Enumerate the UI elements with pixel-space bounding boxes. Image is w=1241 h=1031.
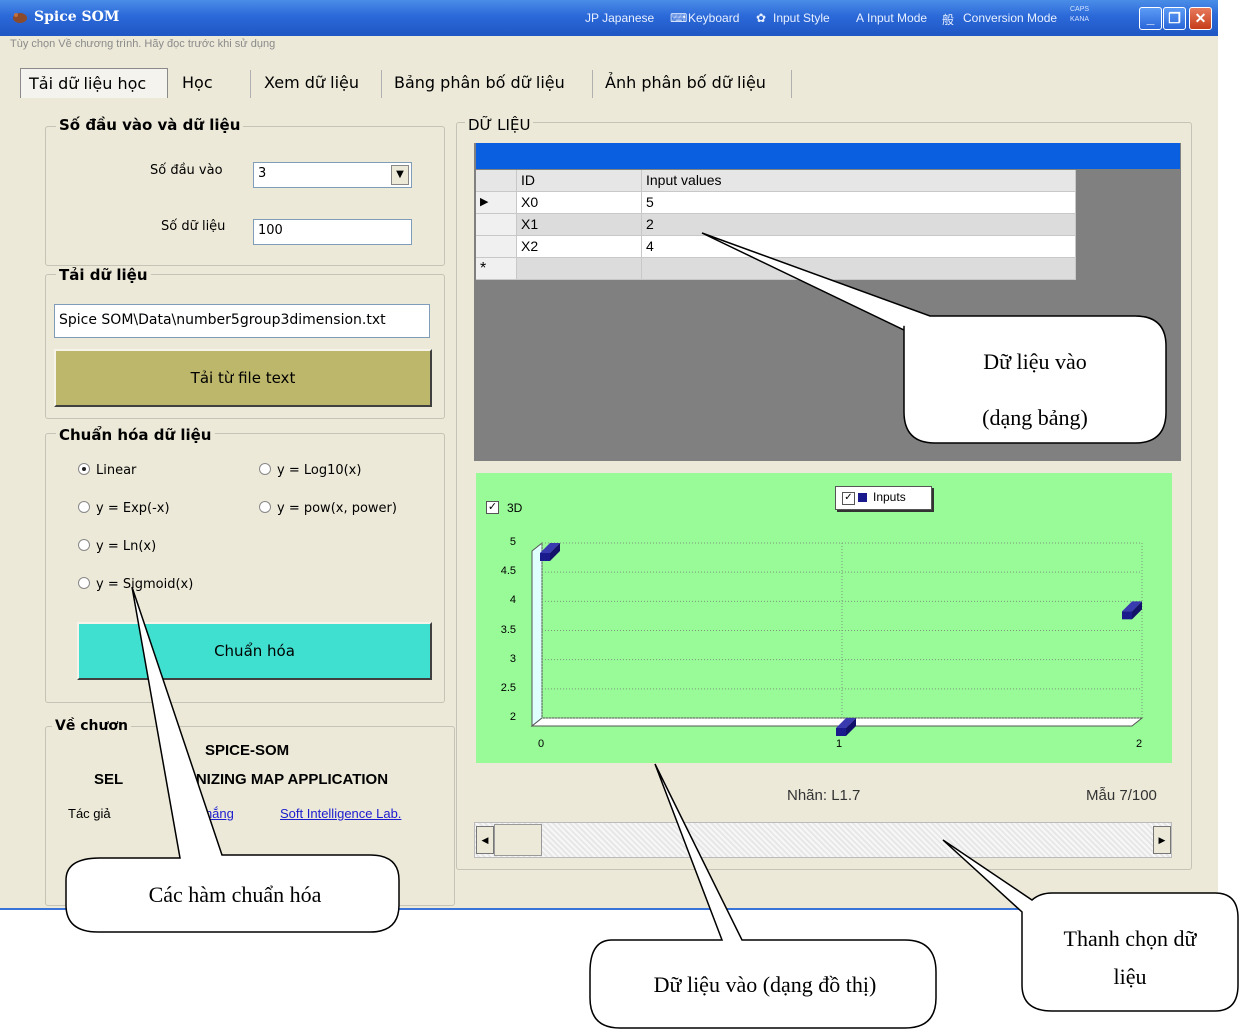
callout-normalize-text: Các hàm chuẩn hóa xyxy=(148,882,322,907)
callout-normalize-bubble xyxy=(65,586,400,933)
callout-scrollbar-line1: Thanh chọn dữ xyxy=(1063,926,1197,951)
callout-overlay xyxy=(65,232,1239,1029)
callout-table-line2: (dạng bảng) xyxy=(982,405,1088,430)
callout-table-line1: Dữ liệu vào xyxy=(983,349,1087,374)
callout-scrollbar-line2: liệu xyxy=(1113,964,1147,989)
callout-chart-text: Dữ liệu vào (dạng đồ thị) xyxy=(653,972,877,997)
